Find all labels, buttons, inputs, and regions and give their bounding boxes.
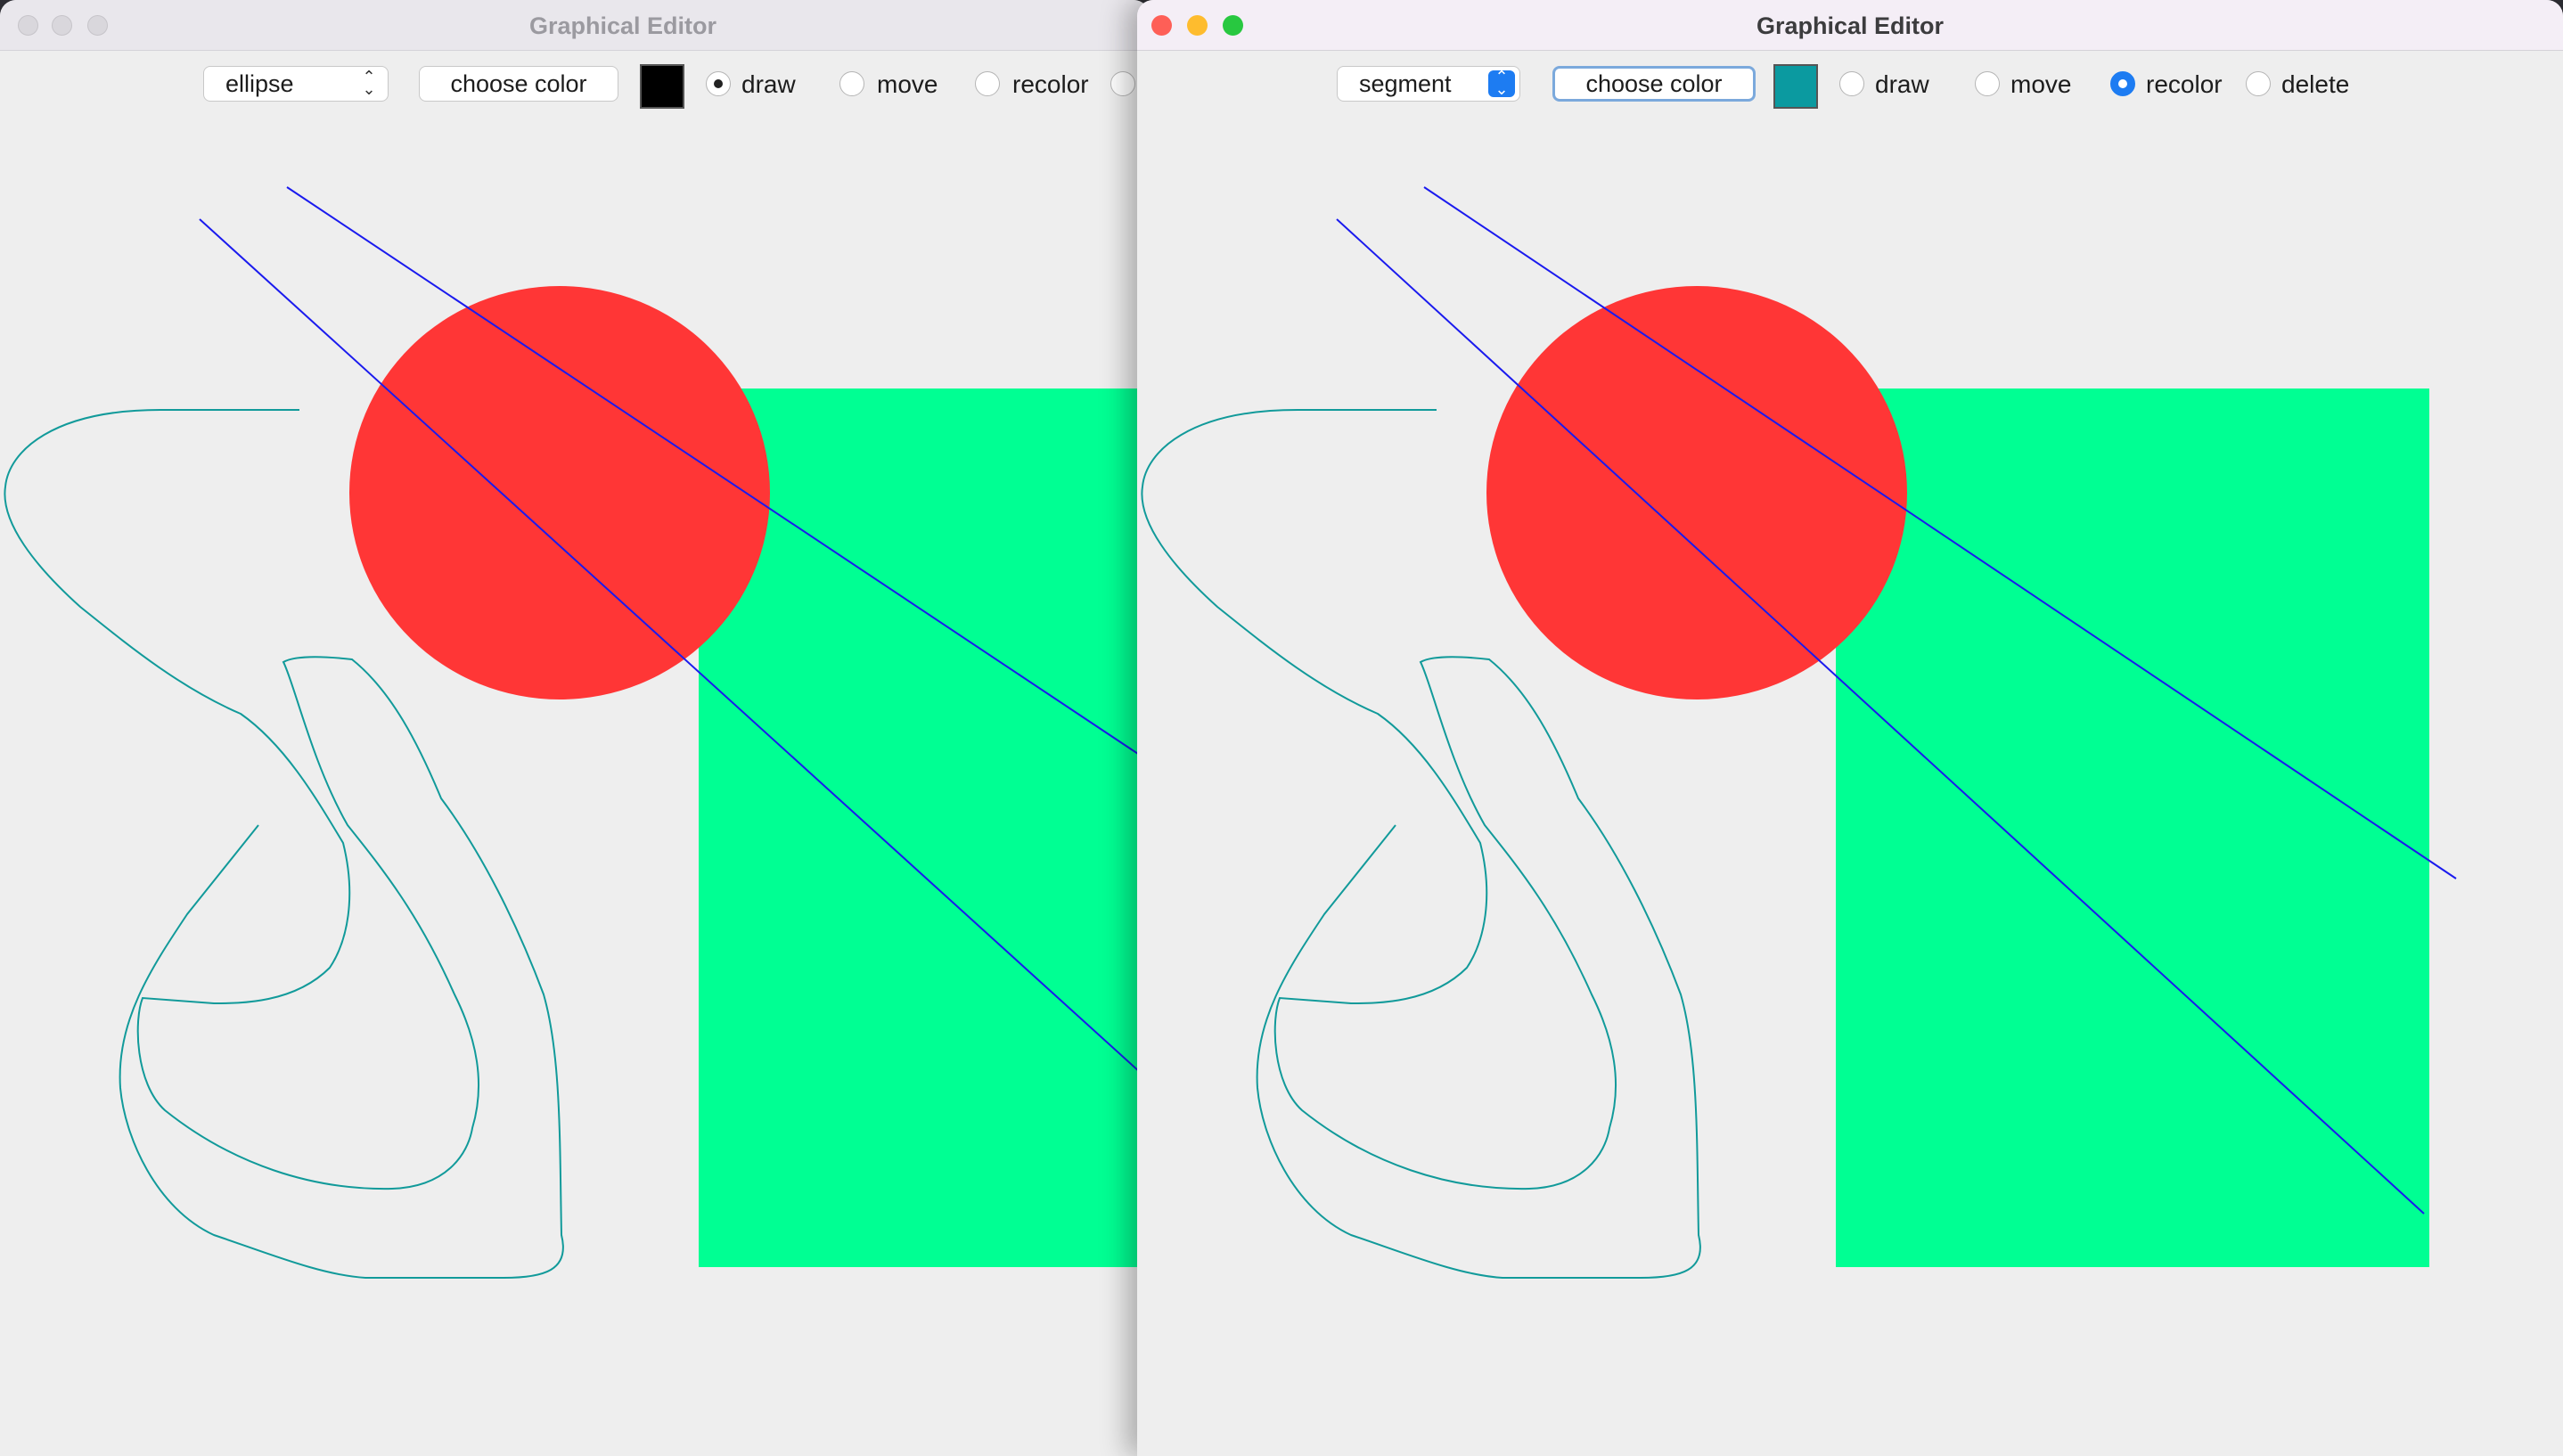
move-label[interactable]: move xyxy=(2010,71,2071,98)
toolbar: ellipse ⌃ ⌄ choose color draw move recolo… xyxy=(0,50,1150,121)
recolor-label[interactable]: recolor xyxy=(1012,71,1089,98)
delete-radio[interactable] xyxy=(2246,71,2271,96)
choose-color-button[interactable]: choose color xyxy=(1552,66,1756,102)
shape-select[interactable]: ellipse ⌃ ⌄ xyxy=(203,66,389,102)
draw-label[interactable]: draw xyxy=(1875,71,1929,98)
drawing-canvas[interactable] xyxy=(1137,121,2563,1456)
shape-select-value: segment xyxy=(1359,70,1452,97)
recolor-label[interactable]: recolor xyxy=(2146,71,2223,98)
choose-color-button[interactable]: choose color xyxy=(419,66,618,102)
window-title: Graphical Editor xyxy=(528,12,717,39)
ellipse-shape[interactable] xyxy=(1486,286,1907,699)
recolor-radio[interactable] xyxy=(975,71,1000,96)
rectangle-shape[interactable] xyxy=(1836,389,2429,1267)
graphical-editor-window-back[interactable]: Graphical Editor ellipse ⌃ ⌄ choose color… xyxy=(0,0,1150,1456)
shape-select-value: ellipse xyxy=(225,70,294,97)
shape-select[interactable]: segment ⌃ ⌄ xyxy=(1337,66,1520,102)
recolor-radio[interactable] xyxy=(2110,71,2135,96)
color-swatch xyxy=(1773,64,1818,109)
draw-radio[interactable] xyxy=(706,71,731,96)
up-down-chevron-icon: ⌃ ⌄ xyxy=(362,68,376,98)
up-down-chevron-icon: ⌃ ⌄ xyxy=(1488,69,1515,97)
draw-label[interactable]: draw xyxy=(741,71,796,98)
delete-label[interactable]: delete xyxy=(2281,71,2349,98)
window-title: Graphical Editor xyxy=(1756,12,1945,39)
move-radio[interactable] xyxy=(839,71,864,96)
move-label[interactable]: move xyxy=(877,71,938,98)
toolbar: segment ⌃ ⌄ choose color draw move recolo… xyxy=(1137,50,2563,121)
draw-radio[interactable] xyxy=(1839,71,1864,96)
drawing-canvas[interactable] xyxy=(0,121,1150,1456)
delete-radio[interactable] xyxy=(1110,71,1135,96)
graphical-editor-window-front[interactable]: Graphical Editor segment ⌃ ⌄ choose color… xyxy=(1137,0,2563,1456)
move-radio[interactable] xyxy=(1975,71,2000,96)
title-bar[interactable]: Graphical Editor xyxy=(1137,0,2563,51)
ellipse-shape[interactable] xyxy=(349,286,770,699)
title-bar[interactable]: Graphical Editor xyxy=(0,0,1150,51)
color-swatch xyxy=(640,64,684,109)
